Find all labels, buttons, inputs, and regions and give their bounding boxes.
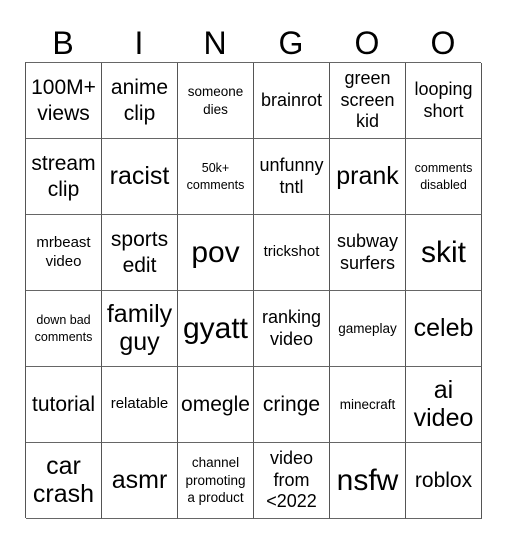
bingo-cell[interactable]: video from <2022: [254, 443, 330, 519]
bingo-cell[interactable]: family guy: [102, 291, 178, 367]
bingo-cell[interactable]: 50k+ comments: [178, 139, 254, 215]
bingo-cell[interactable]: brainrot: [254, 63, 330, 139]
bingo-cell[interactable]: skit: [406, 215, 482, 291]
bingo-cell[interactable]: stream clip: [26, 139, 102, 215]
bingo-cell[interactable]: ranking video: [254, 291, 330, 367]
bingo-cell[interactable]: cringe: [254, 367, 330, 443]
bingo-cell[interactable]: gyatt: [178, 291, 254, 367]
bingo-cell[interactable]: looping short: [406, 63, 482, 139]
header-letter-i: I: [134, 25, 144, 61]
bingo-cell[interactable]: channel promoting a product: [178, 443, 254, 519]
bingo-cell[interactable]: sports edit: [102, 215, 178, 291]
bingo-cell[interactable]: comments disabled: [406, 139, 482, 215]
header-letter-o-2: O: [430, 25, 456, 61]
bingo-cell[interactable]: roblox: [406, 443, 482, 519]
header-letter-o: O: [354, 25, 380, 61]
bingo-header: B I N G O O: [25, 24, 481, 62]
bingo-cell[interactable]: anime clip: [102, 63, 178, 139]
bingo-cell[interactable]: minecraft: [330, 367, 406, 443]
bingo-cell[interactable]: omegle: [178, 367, 254, 443]
bingo-cell[interactable]: someone dies: [178, 63, 254, 139]
bingo-cell[interactable]: unfunny tntl: [254, 139, 330, 215]
bingo-cell[interactable]: car crash: [26, 443, 102, 519]
header-letter-b: B: [52, 25, 74, 61]
bingo-cell[interactable]: down bad comments: [26, 291, 102, 367]
bingo-cell[interactable]: gameplay: [330, 291, 406, 367]
bingo-cell[interactable]: mrbeast video: [26, 215, 102, 291]
bingo-board: 100M+ views anime clip someone dies brainro…: [25, 62, 482, 519]
bingo-cell[interactable]: celeb: [406, 291, 482, 367]
bingo-cell[interactable]: trickshot: [254, 215, 330, 291]
bingo-cell[interactable]: relatable: [102, 367, 178, 443]
header-letter-n: N: [203, 25, 227, 61]
bingo-cell[interactable]: nsfw: [330, 443, 406, 519]
header-letter-g: G: [278, 25, 304, 61]
bingo-cell[interactable]: subway surfers: [330, 215, 406, 291]
bingo-cell[interactable]: ai video: [406, 367, 482, 443]
bingo-cell[interactable]: pov: [178, 215, 254, 291]
bingo-cell[interactable]: tutorial: [26, 367, 102, 443]
bingo-cell[interactable]: racist: [102, 139, 178, 215]
bingo-cell[interactable]: 100M+ views: [26, 63, 102, 139]
bingo-cell[interactable]: prank: [330, 139, 406, 215]
bingo-cell[interactable]: asmr: [102, 443, 178, 519]
bingo-cell[interactable]: green screen kid: [330, 63, 406, 139]
